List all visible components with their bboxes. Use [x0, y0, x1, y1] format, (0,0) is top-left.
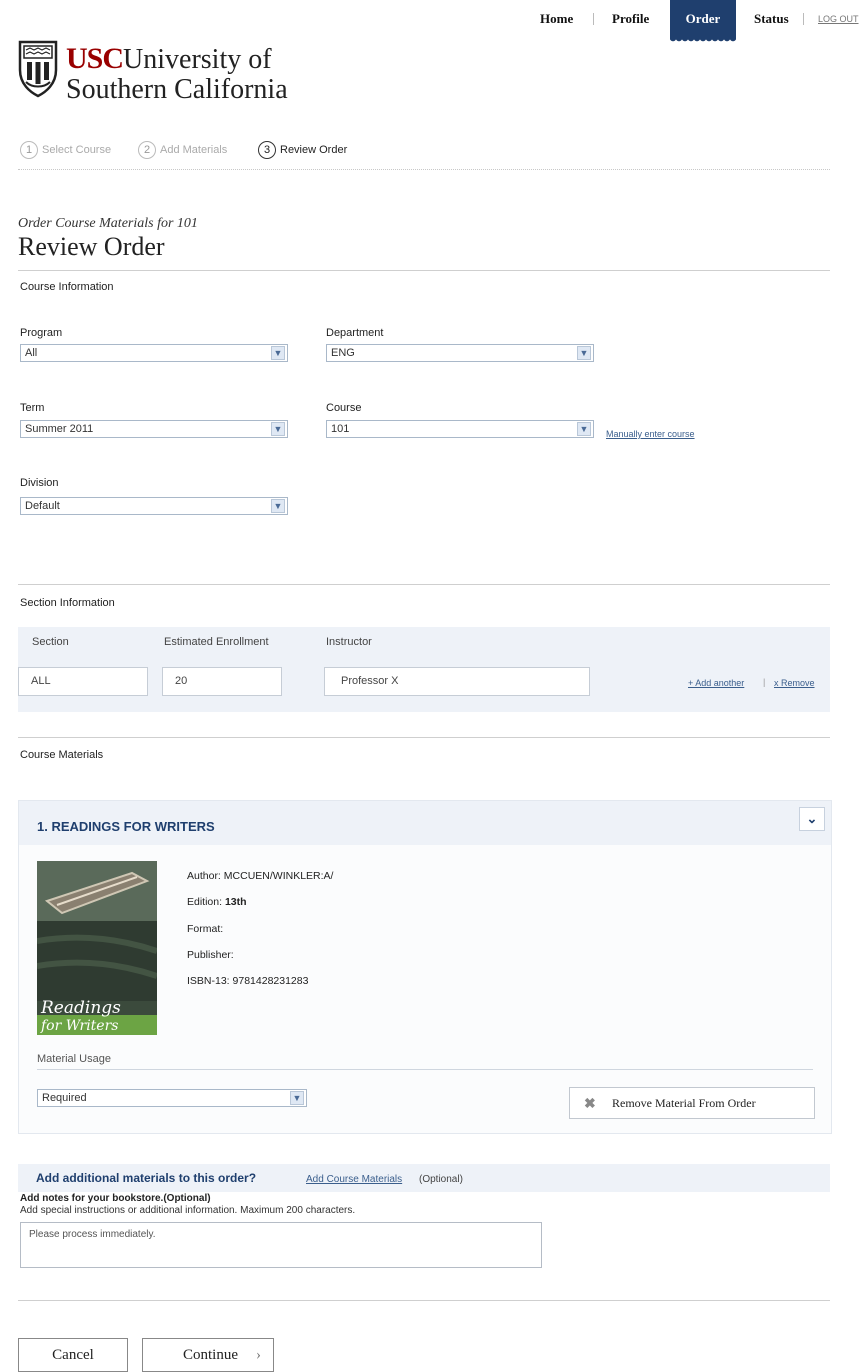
program-label: Program [20, 327, 63, 339]
add-another-link[interactable]: + Add another [688, 678, 744, 688]
divider [18, 737, 830, 738]
divider [37, 1069, 813, 1070]
nav-profile[interactable]: Profile [612, 0, 649, 38]
logo-line2: Southern California [66, 74, 288, 105]
author-value: MCCUEN/WINKLER:A/ [223, 870, 334, 882]
course-value: 101 [331, 423, 350, 435]
manually-enter-course-link[interactable]: Manually enter course [606, 429, 695, 439]
optional-note: (Optional) [419, 1174, 463, 1185]
program-value: All [25, 347, 38, 359]
course-materials-heading: Course Materials [20, 749, 104, 761]
continue-button[interactable]: Continue › [142, 1338, 274, 1372]
add-course-materials-link[interactable]: Add Course Materials [306, 1174, 402, 1185]
isbn-label: ISBN-13: [187, 975, 230, 987]
term-select[interactable]: Summer 2011 ▼ [20, 420, 288, 438]
division-label: Division [20, 477, 59, 489]
section-info-heading: Section Information [20, 597, 115, 609]
remove-material-label: Remove Material From Order [612, 1096, 756, 1110]
step-label: Add Materials [160, 144, 228, 156]
material-usage-label: Material Usage [37, 1053, 111, 1065]
divider [18, 169, 830, 170]
chevron-down-icon: ▼ [271, 422, 285, 436]
logo-line1: University of [123, 44, 272, 75]
usage-value: Required [42, 1092, 87, 1104]
usc-seal-icon [18, 40, 58, 98]
material-edition: Edition: 13th [187, 896, 247, 908]
continue-label: Continue [183, 1347, 238, 1363]
nav-separator [593, 13, 594, 25]
chevron-down-icon: ▼ [577, 422, 591, 436]
format-label: Format: [187, 923, 224, 935]
isbn-value: 9781428231283 [232, 975, 309, 987]
department-label: Department [326, 327, 384, 339]
department-select[interactable]: ENG ▼ [326, 344, 594, 362]
term-value: Summer 2011 [25, 423, 94, 435]
course-label: Course [326, 402, 362, 414]
link-separator: | [763, 677, 766, 687]
material-author: Author: MCCUEN/WINKLER:A/ [187, 870, 333, 882]
cancel-button[interactable]: Cancel [18, 1338, 128, 1372]
chevron-down-icon[interactable]: ⌄ [799, 807, 825, 831]
divider [18, 584, 830, 585]
nav-separator [803, 13, 804, 25]
term-label: Term [20, 402, 45, 414]
cover-title-line1: Readings [40, 998, 121, 1018]
nav-order[interactable]: Order [670, 0, 736, 42]
material-header[interactable]: 1. READINGS FOR WRITERS ⌄ [19, 801, 831, 845]
course-select[interactable]: 101 ▼ [326, 420, 594, 438]
notes-textarea[interactable]: Please process immediately. [20, 1222, 542, 1268]
department-value: ENG [331, 347, 355, 359]
chevron-right-icon: › [256, 1347, 261, 1363]
divider [18, 270, 830, 271]
remove-material-button[interactable]: ✖ Remove Material From Order [569, 1087, 815, 1119]
book-cover-image: Readings for Writers [36, 861, 158, 1035]
enrollment-input[interactable]: 20 [162, 667, 282, 696]
page-subtitle: Order Course Materials for 101 [18, 216, 198, 231]
logo-usc: USC [66, 42, 124, 75]
cover-title-line2: for Writers [40, 1018, 118, 1034]
material-isbn: ISBN-13: 9781428231283 [187, 975, 308, 987]
instructor-column-header: Instructor [326, 636, 372, 648]
step-label: Select Course [42, 144, 112, 156]
chevron-down-icon: ▼ [271, 499, 285, 513]
university-logo[interactable]: USCUniversity of [66, 42, 272, 76]
step-add-materials[interactable]: 2 Add Materials [138, 140, 227, 160]
step-review-order: 3 Review Order [258, 140, 347, 160]
additional-materials-question: Add additional materials to this order? [36, 1171, 257, 1185]
divider [18, 1300, 830, 1301]
material-panel: 1. READINGS FOR WRITERS ⌄ Readings for W… [18, 800, 832, 1134]
step-label: Review Order [280, 144, 348, 156]
notes-hint: Add special instructions or additional i… [20, 1205, 356, 1216]
program-select[interactable]: All ▼ [20, 344, 288, 362]
notes-label: Add notes for your bookstore.(Optional) [20, 1193, 211, 1204]
nav-home[interactable]: Home [540, 0, 573, 38]
instructor-input[interactable]: Professor X [324, 667, 590, 696]
chevron-down-icon: ▼ [271, 346, 285, 360]
division-value: Default [25, 500, 60, 512]
edition-value: 13th [224, 896, 247, 908]
division-select[interactable]: Default ▼ [20, 497, 288, 515]
section-column-header: Section [32, 636, 69, 648]
step-number: 3 [258, 141, 276, 159]
step-select-course[interactable]: 1 Select Course [20, 140, 111, 160]
course-info-heading: Course Information [20, 281, 114, 293]
page-title: Review Order [18, 232, 165, 261]
publisher-label: Publisher: [187, 949, 234, 961]
logout-link[interactable]: LOG OUT [818, 0, 859, 38]
enrollment-column-header: Estimated Enrollment [164, 636, 269, 648]
step-number: 1 [20, 141, 38, 159]
step-number: 2 [138, 141, 156, 159]
chevron-down-icon: ▼ [290, 1091, 304, 1105]
chevron-down-icon: ▼ [577, 346, 591, 360]
section-input[interactable]: ALL [18, 667, 148, 696]
nav-status[interactable]: Status [754, 0, 789, 38]
close-icon: ✖ [584, 1095, 596, 1111]
remove-section-link[interactable]: x Remove [774, 678, 815, 688]
edition-label: Edition: [187, 896, 223, 908]
author-label: Author: [187, 870, 221, 882]
material-title: 1. READINGS FOR WRITERS [37, 819, 215, 834]
material-usage-select[interactable]: Required ▼ [37, 1089, 307, 1107]
